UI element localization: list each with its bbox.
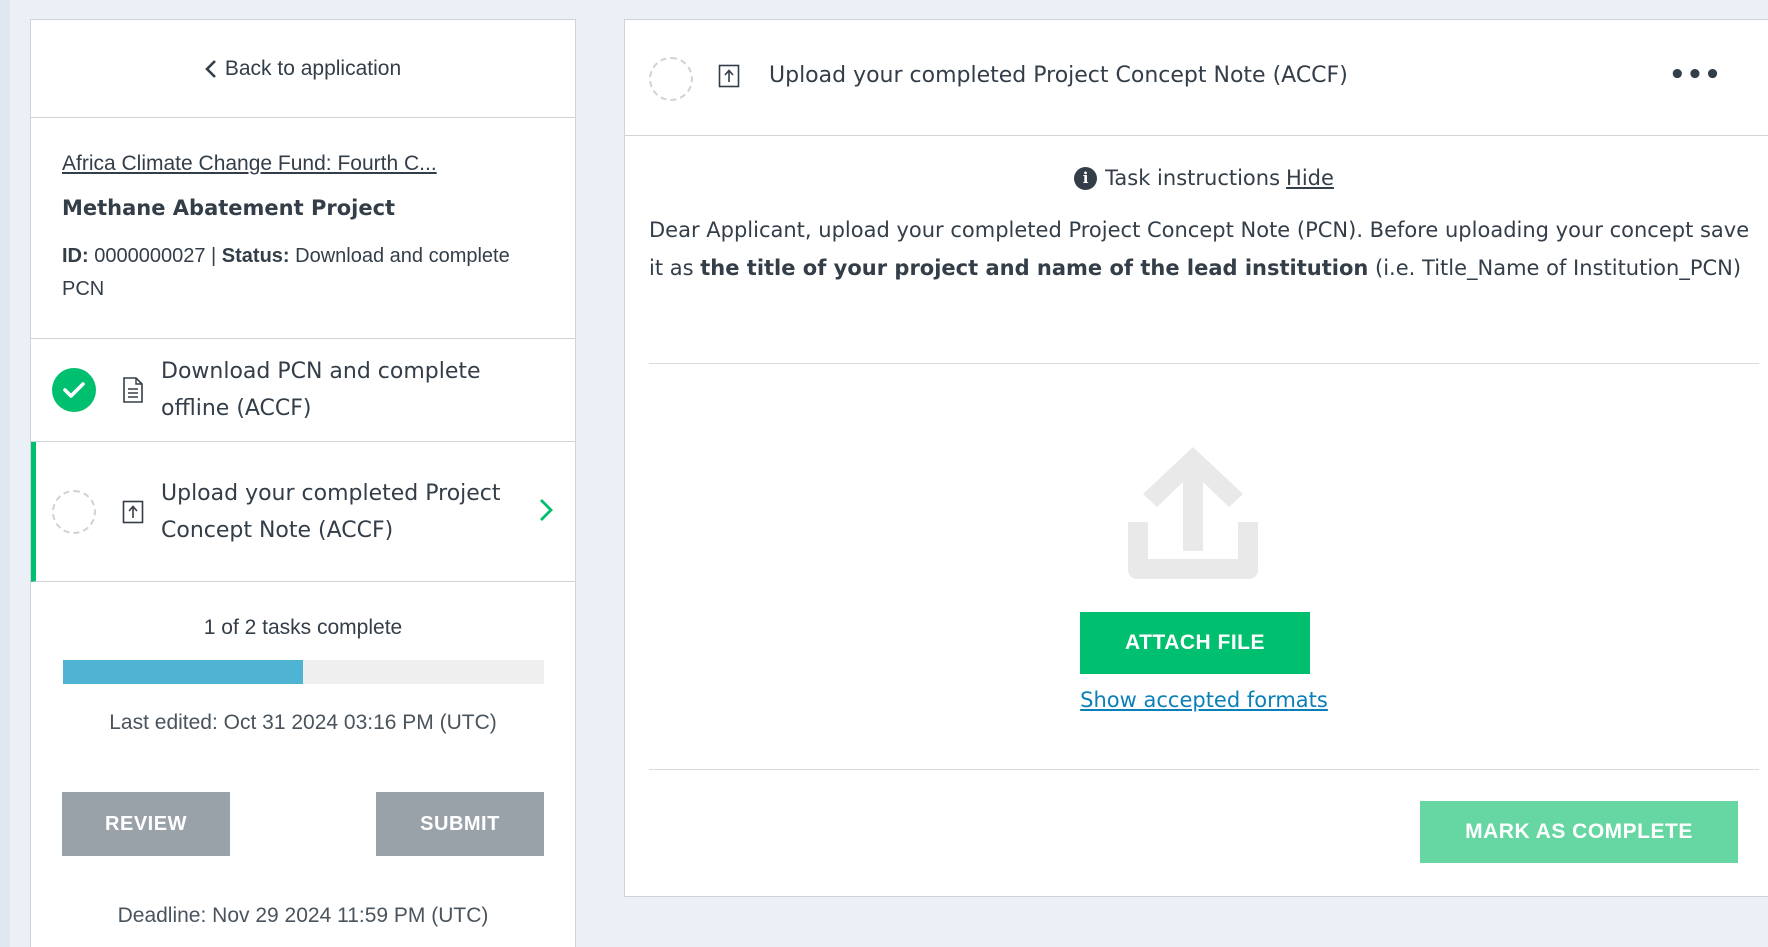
id-value: 0000000027 bbox=[94, 245, 206, 267]
chevron-left-icon bbox=[205, 59, 216, 78]
divider bbox=[649, 363, 1759, 364]
instructions-part-2: (i.e. Title_Name of Institution_PCN) bbox=[1368, 256, 1742, 280]
status-label: Status: bbox=[221, 245, 290, 267]
fund-link[interactable]: Africa Climate Change Fund: Fourth C... bbox=[62, 152, 437, 176]
task-label: Upload your completed Project Concept No… bbox=[161, 480, 501, 543]
progress-section: 1 of 2 tasks complete Last edited: Oct 3… bbox=[31, 582, 575, 735]
last-edited: Last edited: Oct 31 2024 03:16 PM (UTC) bbox=[109, 711, 497, 734]
progress-text: 1 of 2 tasks complete bbox=[203, 616, 403, 639]
deadline: Deadline: Nov 29 2024 11:59 PM (UTC) bbox=[117, 904, 489, 927]
empty-circle-icon bbox=[649, 57, 693, 101]
check-circle-icon bbox=[52, 368, 96, 412]
application-sidebar: Back to application Africa Climate Chang… bbox=[30, 19, 576, 947]
progress-bar-fill bbox=[62, 660, 303, 684]
task-instructions-label: Task instructions bbox=[1105, 166, 1281, 190]
document-icon bbox=[123, 377, 143, 403]
task-instructions-text: Dear Applicant, upload your completed Pr… bbox=[625, 211, 1768, 287]
task-label: Download PCN and complete offline (ACCF) bbox=[161, 359, 481, 421]
review-button[interactable]: REVIEW bbox=[62, 792, 230, 856]
submit-button[interactable]: SUBMIT bbox=[376, 792, 544, 856]
upload-icon bbox=[122, 500, 144, 523]
show-accepted-formats-link[interactable]: Show accepted formats bbox=[625, 688, 1768, 712]
attach-file-button[interactable]: ATTACH FILE bbox=[1080, 612, 1310, 674]
progress-bar bbox=[62, 660, 544, 684]
task-status bbox=[52, 489, 96, 534]
back-label: Back to application bbox=[224, 56, 402, 80]
divider bbox=[649, 769, 1759, 770]
info-icon: i bbox=[1074, 166, 1098, 190]
page-left-edge bbox=[0, 0, 10, 947]
application-info: Africa Climate Change Fund: Fourth C... … bbox=[31, 118, 575, 339]
upload-icon bbox=[718, 64, 740, 88]
upload-cloud-icon bbox=[1128, 447, 1258, 579]
task-panel: Upload your completed Project Concept No… bbox=[624, 19, 1768, 897]
task-item-upload-pcn[interactable]: Upload your completed Project Concept No… bbox=[31, 442, 575, 582]
task-header: Upload your completed Project Concept No… bbox=[625, 20, 1768, 136]
back-to-application-link[interactable]: Back to application bbox=[31, 20, 575, 118]
task-instructions-header: i Task instructions Hide bbox=[625, 166, 1768, 190]
id-label: ID: bbox=[62, 245, 89, 267]
instructions-bold: the title of your project and name of th… bbox=[700, 256, 1369, 280]
task-status bbox=[52, 368, 96, 412]
task-title: Upload your completed Project Concept No… bbox=[769, 63, 1348, 88]
project-name: Methane Abatement Project bbox=[62, 196, 396, 220]
application-meta: ID: 0000000027 | Status: Download and co… bbox=[62, 245, 510, 300]
mark-as-complete-button[interactable]: MARK AS COMPLETE bbox=[1420, 801, 1738, 863]
action-buttons: REVIEW SUBMIT bbox=[62, 792, 544, 856]
empty-circle-icon bbox=[52, 489, 96, 534]
hide-instructions-link[interactable]: Hide bbox=[1286, 166, 1334, 190]
chevron-right-icon bbox=[540, 499, 553, 521]
more-options-icon[interactable]: ••• bbox=[1669, 62, 1722, 88]
task-item-download-pcn[interactable]: Download PCN and complete offline (ACCF) bbox=[31, 339, 575, 442]
